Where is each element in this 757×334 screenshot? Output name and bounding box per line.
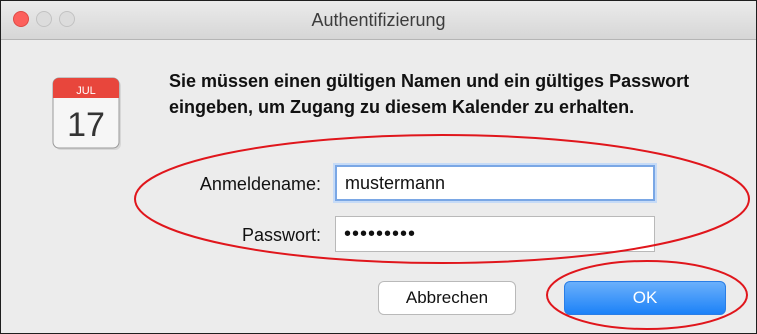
annotation-ellipse-fields — [134, 134, 750, 264]
annotation-overlay — [134, 134, 750, 330]
auth-dialog: Authentifizierung JUL 17 Sie müssen eine… — [0, 0, 757, 334]
annotation-ellipse-ok — [546, 260, 748, 330]
